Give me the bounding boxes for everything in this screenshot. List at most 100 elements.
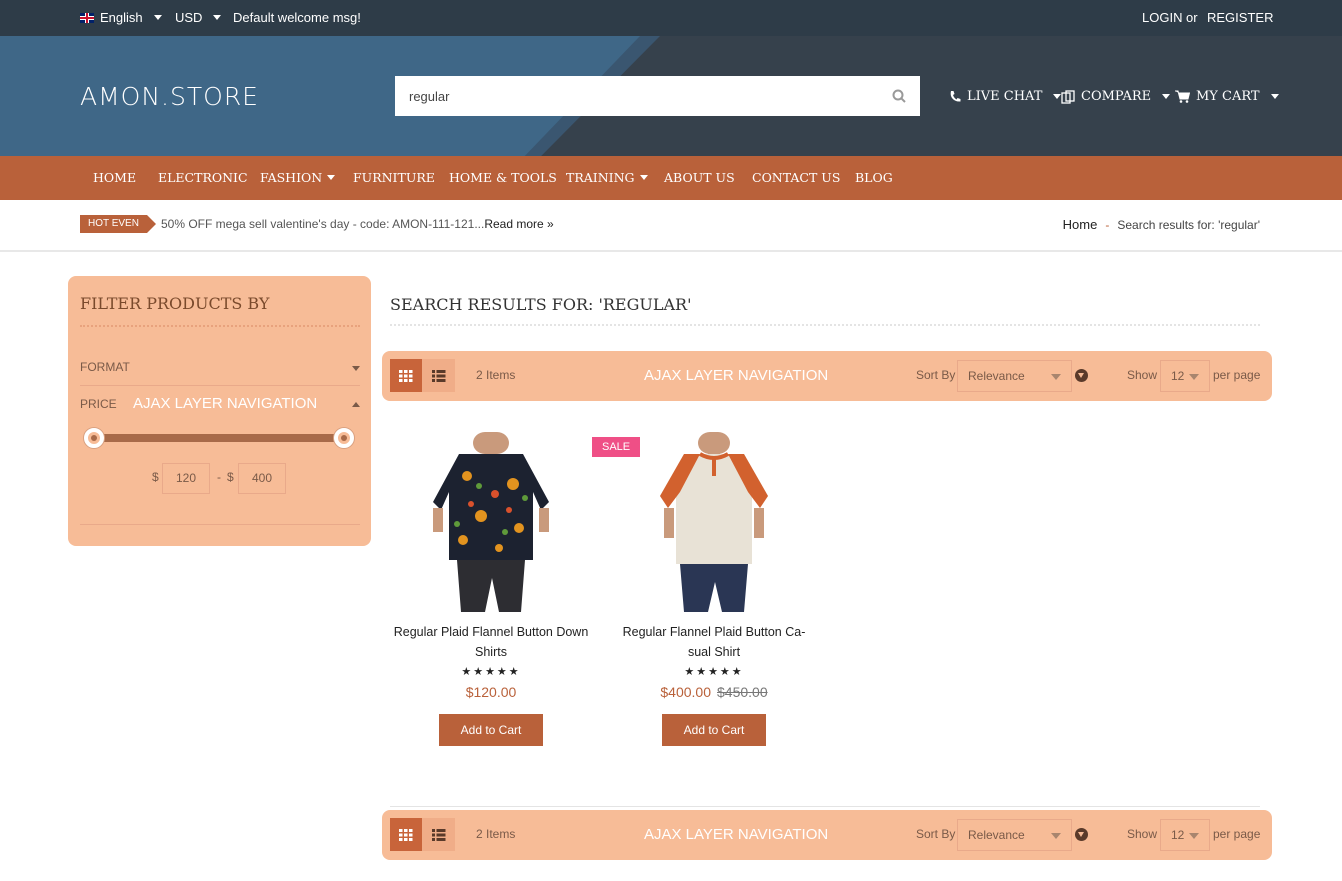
add-to-cart-button[interactable]: Add to Cart [439, 714, 543, 746]
promo-message: 50% OFF mega sell valentine's day - code… [161, 217, 485, 231]
format-filter[interactable]: FORMAT [80, 360, 130, 374]
list-icon [432, 370, 446, 382]
per-page-label: per page [1213, 368, 1261, 382]
price-max-handle[interactable] [334, 428, 354, 448]
chevron-down-icon [1162, 94, 1171, 99]
range-dash: - [217, 470, 221, 484]
grid-view-button[interactable] [390, 818, 422, 851]
chevron-up-icon[interactable] [352, 402, 360, 407]
nav-training-label: TRAINING [566, 170, 635, 185]
rating-stars: ★★★★★ [684, 666, 744, 678]
breadcrumb-separator: - [1105, 218, 1110, 232]
nav-fashion[interactable]: FASHION [260, 170, 336, 185]
product-price: $400.00 [660, 684, 711, 700]
product-image[interactable]: SALE [592, 432, 804, 612]
live-chat-label: LIVE CHAT [967, 89, 1043, 104]
item-count: 2 Items [476, 368, 516, 382]
compare-menu[interactable]: COMPARE [1061, 89, 1171, 104]
compare-label: COMPARE [1081, 89, 1152, 104]
product-card: Regular Plaid Flannel Button Down Shirts… [391, 432, 591, 746]
product-name[interactable]: Regular Flannel Plaid Button Ca-sual Shi… [614, 622, 814, 662]
register-link[interactable]: REGISTER [1207, 10, 1273, 25]
sort-direction-icon[interactable] [1075, 369, 1088, 382]
filter-sidebar: FILTER PRODUCTS BY FORMAT PRICE AJAX LAY… [68, 276, 371, 546]
sort-by-label: Sort By [916, 827, 956, 841]
currency-symbol: $ [227, 470, 234, 484]
nav-contact-us[interactable]: CONTACT US [752, 170, 840, 185]
product-price: $120.00 [465, 684, 517, 700]
login-link[interactable]: LOGIN [1142, 10, 1182, 25]
ajax-layer-label: AJAX LAYER NAVIGATION [644, 367, 829, 384]
nav-training[interactable]: TRAINING [566, 170, 648, 185]
price-max-input[interactable]: 400 [238, 463, 286, 494]
product-name[interactable]: Regular Plaid Flannel Button Down Shirts [391, 622, 591, 662]
main-navigation: HOME ELECTRONIC FASHION FURNITURE HOME &… [0, 156, 1342, 200]
product-old-price: $450.00 [717, 684, 768, 700]
divider [390, 806, 1260, 807]
search-input[interactable] [395, 76, 875, 116]
breadcrumb-home[interactable]: Home [1063, 217, 1098, 232]
nav-home[interactable]: HOME [93, 170, 136, 185]
divider [390, 324, 1260, 326]
header: AMON.STORE LIVE CHAT COMPARE MY CART [0, 36, 1342, 156]
currency-label: USD [175, 10, 203, 25]
price-range-track[interactable] [95, 434, 345, 442]
search-box [395, 76, 920, 116]
chevron-down-icon [327, 175, 336, 180]
sort-select[interactable]: Relevance [957, 360, 1072, 392]
info-strip: HOT EVEN 50% OFF mega sell valentine's d… [0, 200, 1342, 252]
ajax-layer-label: AJAX LAYER NAVIGATION [133, 395, 318, 412]
grid-view-button[interactable] [390, 359, 422, 392]
divider [80, 325, 360, 327]
promo-text: 50% OFF mega sell valentine's day - code… [161, 217, 554, 231]
chevron-down-icon[interactable] [352, 366, 360, 371]
cart-menu[interactable]: MY CART [1175, 89, 1279, 104]
hot-event-badge: HOT EVEN [80, 215, 156, 233]
nav-home-tools[interactable]: HOME & TOOLS [449, 170, 557, 185]
live-chat-menu[interactable]: LIVE CHAT [949, 89, 1062, 104]
list-view-button[interactable] [422, 818, 455, 851]
item-count: 2 Items [476, 827, 516, 841]
nav-about-us[interactable]: ABOUT US [664, 170, 735, 185]
breadcrumb-current: Search results for: 'regular' [1117, 218, 1260, 232]
grid-icon [399, 370, 413, 382]
nav-fashion-label: FASHION [260, 170, 323, 185]
sort-select[interactable]: Relevance [957, 819, 1072, 851]
sale-badge: SALE [592, 437, 641, 457]
product-card: SALE Regular Flannel Plaid Button Ca-sua… [592, 432, 814, 746]
limiter-select[interactable]: 12 [1160, 819, 1210, 851]
chevron-down-icon [639, 175, 648, 180]
chevron-down-icon [213, 15, 222, 20]
cart-icon [1175, 90, 1190, 103]
or-text: or [1186, 10, 1198, 25]
uk-flag-icon [80, 12, 94, 23]
rating-stars: ★★★★★ [461, 666, 521, 678]
divider [80, 385, 360, 386]
price-filter[interactable]: PRICE [80, 397, 117, 411]
price-min-handle[interactable] [84, 428, 104, 448]
page-title: SEARCH RESULTS FOR: 'REGULAR' [390, 295, 692, 314]
store-logo[interactable]: AMON.STORE [80, 82, 259, 111]
search-icon[interactable] [892, 89, 906, 103]
add-to-cart-button[interactable]: Add to Cart [662, 714, 766, 746]
currency-selector[interactable]: USD [175, 10, 222, 25]
list-view-button[interactable] [422, 359, 455, 392]
breadcrumb: Home - Search results for: 'regular' [1063, 217, 1260, 232]
nav-blog[interactable]: BLOG [855, 170, 893, 185]
raglan-shirt-image [660, 432, 768, 612]
nav-electronic[interactable]: ELECTRONIC [158, 170, 248, 185]
per-page-label: per page [1213, 827, 1261, 841]
price-min-input[interactable]: 120 [162, 463, 210, 494]
toolbar-bottom: 2 Items AJAX LAYER NAVIGATION Sort By Re… [382, 810, 1272, 860]
sort-direction-icon[interactable] [1075, 828, 1088, 841]
show-label: Show [1127, 368, 1158, 382]
limiter-select[interactable]: 12 [1160, 360, 1210, 392]
phone-icon [950, 91, 961, 102]
ajax-layer-label: AJAX LAYER NAVIGATION [644, 826, 829, 843]
sort-by-label: Sort By [916, 368, 956, 382]
floral-shirt-image [433, 432, 549, 612]
nav-furniture[interactable]: FURNITURE [353, 170, 435, 185]
language-selector[interactable]: English [80, 10, 162, 25]
read-more-link[interactable]: Read more » [484, 217, 553, 231]
product-image[interactable] [401, 432, 581, 612]
